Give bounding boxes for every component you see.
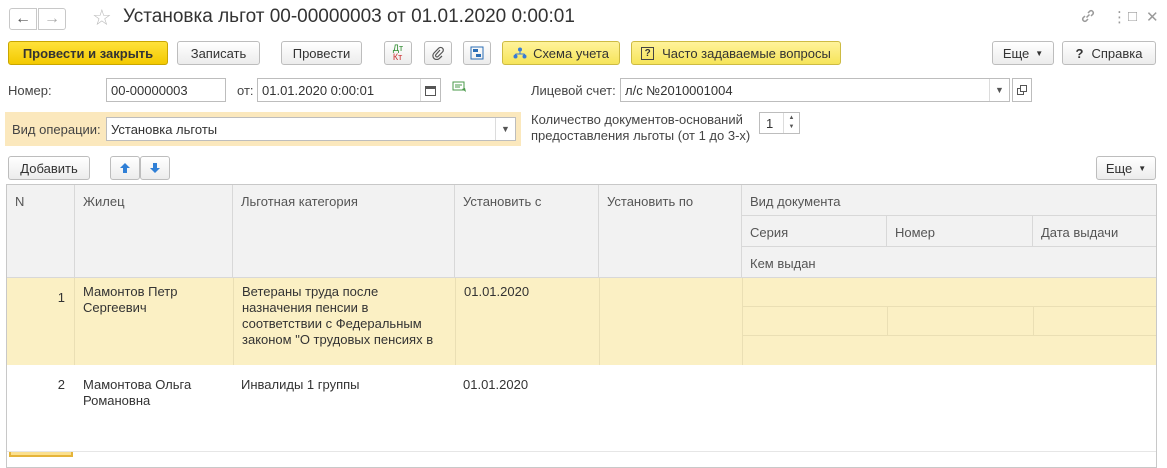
save-button[interactable]: Записать	[177, 41, 260, 65]
dtkt-icon: Дт Кт	[392, 43, 404, 62]
operation-label: Вид операции:	[12, 122, 101, 137]
column-header-resident[interactable]: Жилец	[75, 185, 233, 278]
stepper-icon[interactable]: ▲ ▼	[783, 113, 799, 133]
close-icon[interactable]: ✕	[1146, 8, 1159, 26]
row-to	[599, 278, 742, 365]
link-icon[interactable]	[1080, 8, 1096, 28]
benefits-table[interactable]: N Жилец Льготная категория Установить с …	[6, 184, 1157, 468]
maximize-icon[interactable]: □	[1128, 8, 1137, 25]
question-icon: ?	[1075, 45, 1084, 61]
open-account-button[interactable]	[1012, 78, 1032, 102]
column-header-number[interactable]: Номер	[887, 216, 1033, 247]
row-issue-date	[1033, 307, 1156, 336]
row-series	[742, 307, 887, 336]
forward-button[interactable]: →	[38, 8, 66, 30]
page-title: Установка льгот 00-00000003 от 01.01.202…	[123, 6, 575, 27]
table-row[interactable]: 1 Мамонтов Петр Сергеевич Ветераны труда…	[7, 278, 1156, 457]
operation-field[interactable]: Установка льготы ▼	[106, 117, 516, 141]
date-label: от:	[237, 83, 254, 98]
attach-button[interactable]	[424, 41, 452, 65]
docs-count-field[interactable]: 1 ▲ ▼	[759, 112, 800, 134]
column-header-issued-by[interactable]: Кем выдан	[742, 247, 1156, 278]
column-header-to[interactable]: Установить по	[599, 185, 742, 278]
row-n: 1	[57, 290, 65, 305]
arrow-right-icon: →	[44, 10, 60, 27]
question-icon: ?	[641, 46, 655, 60]
more-vertical-icon[interactable]: ⋮	[1112, 8, 1127, 26]
back-button[interactable]: ←	[9, 8, 37, 30]
more-button[interactable]: Еще ▼	[992, 41, 1054, 65]
row-resident: Мамонтова Ольга Романовна	[83, 377, 192, 408]
row-number	[887, 307, 1033, 336]
account-field[interactable]: л/с №2010001004 ▼	[620, 78, 1010, 102]
column-header-doc-type[interactable]: Вид документа	[742, 185, 1156, 216]
docs-count-label: Количество документов-оснований предоста…	[531, 112, 751, 143]
table-more-button[interactable]: Еще ▼	[1096, 156, 1156, 180]
chevron-down-icon[interactable]: ▼	[495, 118, 515, 140]
column-header-n[interactable]: N	[7, 185, 75, 278]
dtkt-button[interactable]: Дт Кт	[384, 41, 412, 65]
help-button[interactable]: ? Справка	[1062, 41, 1156, 65]
arrow-up-icon	[120, 163, 130, 173]
calendar-icon[interactable]	[420, 79, 440, 101]
table-row[interactable]: 2 Мамонтова Ольга Романовна Инвалиды 1 г…	[7, 365, 1156, 452]
row-n: 2	[57, 377, 65, 392]
move-down-button[interactable]	[140, 156, 170, 180]
row-category: Инвалиды 1 группы	[241, 377, 360, 392]
column-header-series[interactable]: Серия	[742, 216, 887, 247]
chevron-down-icon: ▼	[1138, 163, 1147, 173]
chevron-down-icon: ▼	[1035, 48, 1044, 58]
column-header-issue-date[interactable]: Дата выдачи	[1033, 216, 1156, 247]
scheme-icon	[513, 47, 527, 59]
account-label: Лицевой счет:	[531, 83, 616, 98]
arrow-down-icon	[150, 163, 160, 173]
number-field[interactable]: 00-00000003	[106, 78, 226, 102]
post-and-close-button[interactable]: Провести и закрыть	[8, 41, 168, 65]
column-header-category[interactable]: Льготная категория	[233, 185, 455, 278]
row-from: 01.01.2020	[455, 278, 599, 365]
star-icon[interactable]: ☆	[92, 5, 112, 31]
row-from: 01.01.2020	[463, 377, 529, 392]
add-button[interactable]: Добавить	[8, 156, 90, 180]
accounting-scheme-button[interactable]: Схема учета	[502, 41, 620, 65]
post-button[interactable]: Провести	[281, 41, 362, 65]
row-doc-type	[742, 278, 1156, 307]
paperclip-icon	[432, 46, 444, 60]
number-label: Номер:	[8, 83, 52, 98]
structure-button[interactable]	[463, 41, 491, 65]
structure-icon	[470, 46, 484, 60]
comment-icon[interactable]	[452, 81, 468, 98]
row-issued-by	[742, 336, 1156, 365]
row-resident: Мамонтов Петр Сергеевич	[83, 284, 178, 315]
date-field[interactable]: 01.01.2020 0:00:01	[257, 78, 441, 102]
chevron-down-icon[interactable]: ▼	[989, 79, 1009, 101]
arrow-left-icon: ←	[15, 10, 31, 27]
move-up-button[interactable]	[110, 156, 140, 180]
row-category: Ветераны труда после назначения пенсии в…	[233, 278, 455, 365]
column-header-from[interactable]: Установить с	[455, 185, 599, 278]
open-icon	[1017, 85, 1027, 95]
faq-button[interactable]: ? Часто задаваемые вопросы	[631, 41, 841, 65]
